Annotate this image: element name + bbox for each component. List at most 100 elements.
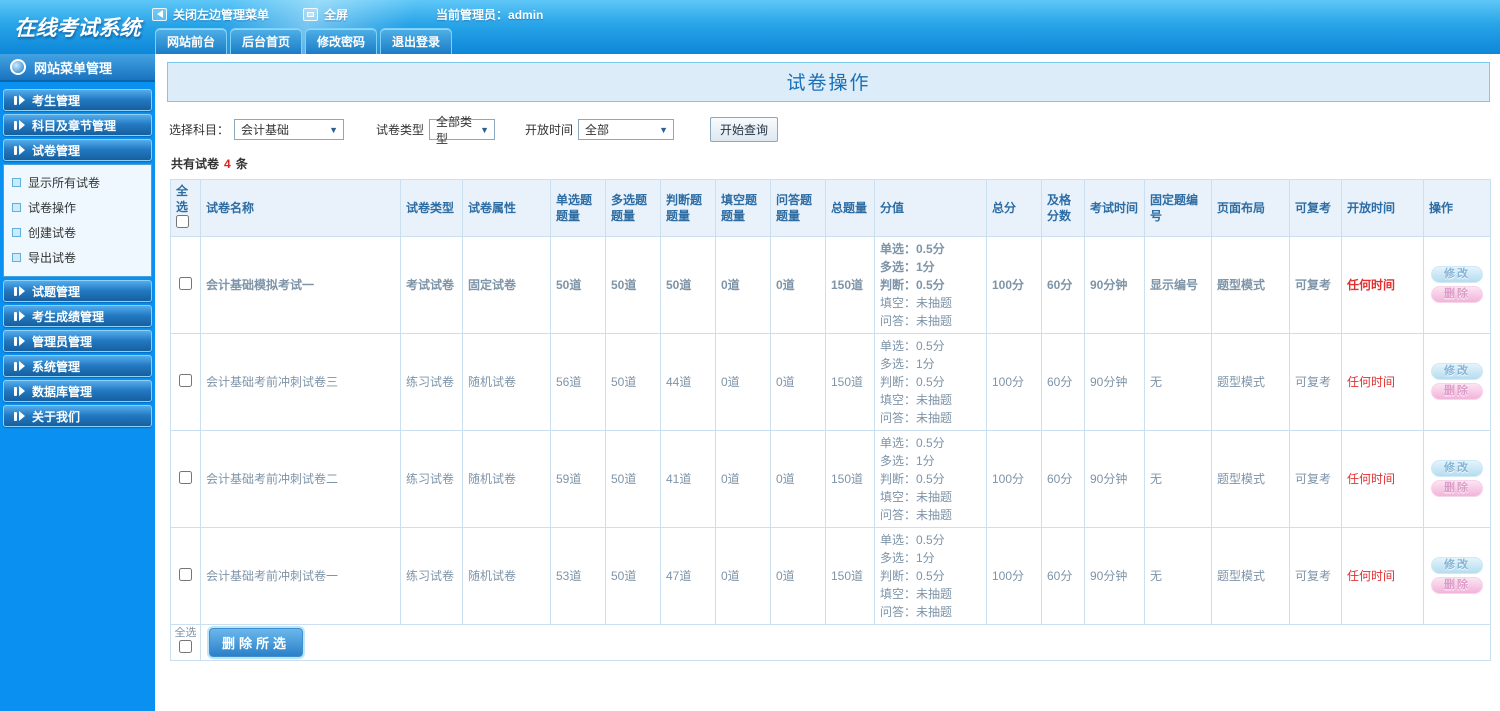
page-layout-cell: 题型模式 bbox=[1211, 429, 1290, 528]
exam-time-cell: 90分钟 bbox=[1084, 526, 1145, 625]
subject-select-value: 会计基础 bbox=[241, 123, 290, 137]
paper-type-cell: 练习试卷 bbox=[400, 429, 463, 528]
sidebar-item-label: 试题管理 bbox=[32, 284, 81, 299]
fullscreen-button[interactable]: 全屏 bbox=[303, 6, 348, 23]
close-left-menu-label: 关闭左边管理菜单 bbox=[173, 7, 270, 22]
sidebar-item-system[interactable]: 系统管理 bbox=[3, 355, 152, 377]
tab-logout[interactable]: 退出登录 bbox=[380, 28, 453, 54]
column-header-18: 操作 bbox=[1423, 179, 1491, 237]
row-checkbox[interactable] bbox=[179, 470, 192, 484]
open-time-select[interactable]: 全部 ▼ bbox=[578, 119, 675, 140]
paper-type-select[interactable]: 全部类型 ▼ bbox=[429, 115, 496, 146]
paper-name-cell: 会计基础考前冲刺试卷一 bbox=[200, 526, 401, 625]
submenu-item-show-all-papers[interactable]: 显示所有试卷 bbox=[4, 170, 151, 195]
current-admin-label: 当前管理员：admin bbox=[436, 7, 544, 22]
sidebar-item-admins[interactable]: 管理员管理 bbox=[3, 330, 152, 352]
tab-website-front[interactable]: 网站前台 bbox=[155, 28, 228, 54]
submenu-item-create-paper[interactable]: 创建试卷 bbox=[4, 220, 151, 245]
column-header-1: 试卷名称 bbox=[200, 179, 401, 237]
actions-cell: 修改 删除 bbox=[1423, 429, 1491, 528]
column-header-16: 可复考 bbox=[1289, 179, 1342, 237]
total-count-cell: 150道 bbox=[825, 235, 875, 334]
subject-select[interactable]: 会计基础 ▼ bbox=[234, 119, 345, 140]
square-bullet-icon bbox=[12, 253, 21, 262]
open-time-cell: 任何时间 bbox=[1341, 429, 1424, 528]
row-checkbox-cell bbox=[170, 526, 201, 625]
menu-arrow-icon bbox=[14, 336, 25, 346]
edit-button[interactable]: 修改 bbox=[1431, 460, 1483, 478]
paper-type-cell: 练习试卷 bbox=[400, 526, 463, 625]
column-header-14: 固定题编号 bbox=[1144, 179, 1212, 237]
sidebar-item-questions[interactable]: 试题管理 bbox=[3, 280, 152, 302]
fixed-number-cell: 显示编号 bbox=[1144, 235, 1212, 334]
total-score-cell: 100分 bbox=[986, 526, 1042, 625]
delete-button[interactable]: 删除 bbox=[1431, 577, 1483, 595]
exam-time-cell: 90分钟 bbox=[1084, 332, 1145, 431]
open-time-select-value: 全部 bbox=[585, 123, 610, 137]
page-layout-cell: 题型模式 bbox=[1211, 526, 1290, 625]
delete-button[interactable]: 删除 bbox=[1431, 480, 1483, 498]
sidebar-menu: 考生管理科目及章节管理 试卷管理显示所有试卷 试卷操作 创建试卷 导出试卷试题管理考生成… bbox=[0, 89, 155, 427]
actions-cell: 修改 删除 bbox=[1423, 235, 1491, 334]
nav-tabs: 网站前台 后台首页 修改密码 退出登录 bbox=[155, 28, 453, 54]
qa-count-cell: 0道 bbox=[770, 235, 826, 334]
select-all-checkbox-footer[interactable] bbox=[179, 640, 192, 654]
count-number: 4 bbox=[224, 157, 231, 171]
fixed-number-cell: 无 bbox=[1144, 526, 1212, 625]
start-query-button[interactable]: 开始查询 bbox=[710, 117, 779, 142]
retake-cell: 可复考 bbox=[1289, 332, 1342, 431]
multi-count-cell: 50道 bbox=[605, 526, 661, 625]
sidebar-item-database[interactable]: 数据库管理 bbox=[3, 380, 152, 402]
sidebar-item-examinees[interactable]: 考生管理 bbox=[3, 89, 152, 111]
delete-button[interactable]: 删除 bbox=[1431, 286, 1483, 304]
select-all-checkbox-header[interactable] bbox=[176, 215, 189, 229]
score-values-cell: 单选：0.5分 多选：1分 判断：0.5分 填空：未抽题 问答：未抽题 bbox=[874, 235, 987, 334]
tab-admin-home[interactable]: 后台首页 bbox=[230, 28, 303, 54]
paper-count-line: 共有试卷 4 条 bbox=[171, 155, 1500, 172]
row-checkbox[interactable] bbox=[179, 276, 192, 290]
select-all-footer-cell: 全选 bbox=[170, 623, 201, 661]
score-line: 判断：0.5分 bbox=[880, 568, 945, 583]
page-layout-cell: 题型模式 bbox=[1211, 235, 1290, 334]
edit-button[interactable]: 修改 bbox=[1431, 363, 1483, 381]
delete-button[interactable]: 删除 bbox=[1431, 383, 1483, 401]
menu-circle-icon bbox=[10, 59, 26, 75]
row-checkbox[interactable] bbox=[179, 567, 192, 581]
sidebar-item-label: 考生管理 bbox=[32, 93, 81, 108]
sidebar-item-papers[interactable]: 试卷管理 bbox=[3, 139, 152, 161]
chevron-down-icon: ▼ bbox=[659, 124, 669, 135]
submenu-item-paper-operations[interactable]: 试卷操作 bbox=[4, 195, 151, 220]
open-time-cell: 任何时间 bbox=[1341, 526, 1424, 625]
column-header-4: 单选题题量 bbox=[550, 179, 606, 237]
table-row: 会计基础考前冲刺试卷三 练习试卷 随机试卷 56道 50道 44道 0道 0道 150道 单选：0… bbox=[170, 332, 1491, 431]
tab-change-password[interactable]: 修改密码 bbox=[305, 28, 378, 54]
paper-type-filter-label: 试卷类型 bbox=[376, 123, 425, 137]
sidebar-item-examinee-scores[interactable]: 考生成绩管理 bbox=[3, 305, 152, 327]
sidebar-item-subjects-chapters[interactable]: 科目及章节管理 bbox=[3, 114, 152, 136]
score-line: 多选：1分 bbox=[880, 453, 935, 468]
page-layout-cell: 题型模式 bbox=[1211, 332, 1290, 431]
row-checkbox-cell bbox=[170, 332, 201, 431]
single-count-cell: 53道 bbox=[550, 526, 606, 625]
blank-count-cell: 0道 bbox=[715, 526, 771, 625]
row-checkbox[interactable] bbox=[179, 373, 192, 387]
single-count-cell: 56道 bbox=[550, 332, 606, 431]
close-left-menu-button[interactable]: 关闭左边管理菜单 bbox=[152, 6, 269, 23]
menu-arrow-icon bbox=[14, 145, 25, 155]
select-all-header-label: 全选 bbox=[176, 184, 189, 215]
score-line: 多选：1分 bbox=[880, 356, 935, 371]
exam-time-cell: 90分钟 bbox=[1084, 429, 1145, 528]
column-header-12: 及格分数 bbox=[1041, 179, 1085, 237]
square-bullet-icon bbox=[12, 228, 21, 237]
sidebar-item-about[interactable]: 关于我们 bbox=[3, 405, 152, 427]
score-line: 问答：未抽题 bbox=[880, 604, 953, 619]
edit-button[interactable]: 修改 bbox=[1431, 557, 1483, 575]
pass-score-cell: 60分 bbox=[1041, 332, 1085, 431]
paper-name-cell: 会计基础考前冲刺试卷三 bbox=[200, 332, 401, 431]
submenu-item-export-paper[interactable]: 导出试卷 bbox=[4, 245, 151, 270]
score-values-cell: 单选：0.5分 多选：1分 判断：0.5分 填空：未抽题 问答：未抽题 bbox=[874, 526, 987, 625]
paper-type-cell: 考试试卷 bbox=[400, 235, 463, 334]
filter-bar: 选择科目： 会计基础 ▼ 试卷类型 全部类型 ▼ 开放时间 全部 ▼ 开始查询 bbox=[169, 115, 1500, 146]
delete-selected-button[interactable]: 删除所选 bbox=[209, 627, 304, 657]
edit-button[interactable]: 修改 bbox=[1431, 266, 1483, 284]
